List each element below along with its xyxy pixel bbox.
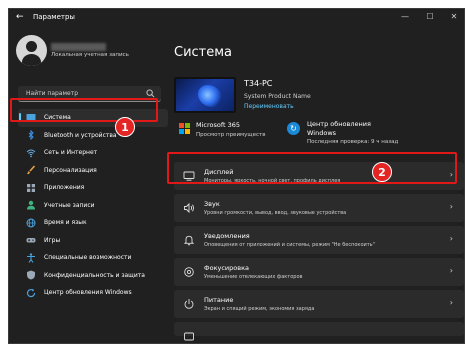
card-subtitle: Оповещения от приложений и системы, режи… [204, 242, 375, 248]
highlight-display-card [167, 152, 457, 184]
bluetooth-icon [26, 130, 36, 141]
sidebar-item-windows-update[interactable]: Центр обновления Windows [18, 284, 168, 302]
sidebar-item-label: Учетные записи [44, 201, 95, 209]
account-type: Локальная учетная запись [51, 52, 129, 58]
windows-update-subtitle: Последняя проверка: 9 ч назад [307, 139, 399, 145]
sidebar-item-label: Время и язык [44, 219, 87, 227]
card-sound[interactable]: Звук Уровни громкости, вывод, ввод, звук… [174, 194, 464, 222]
back-button[interactable]: ← [16, 12, 24, 23]
brush-icon [26, 165, 36, 175]
device-name: T34-PC [244, 79, 273, 88]
card-subtitle: Экран и спящий режим, экономия заряда [204, 306, 315, 312]
page-title: Система [174, 45, 233, 60]
sidebar-item-label: Приложения [44, 184, 85, 192]
network-icon [26, 148, 36, 158]
search-placeholder: Найти параметр [26, 90, 78, 97]
minimize-button[interactable]: — [394, 11, 416, 23]
sidebar-item-accounts[interactable]: Учетные записи [18, 197, 168, 215]
windows-update-title[interactable]: Центр обновления Windows [307, 120, 387, 138]
maximize-button[interactable]: ☐ [419, 11, 441, 23]
sidebar-item-personalization[interactable]: Персонализация [18, 162, 168, 180]
storage-icon [183, 330, 195, 342]
card-subtitle: Уменьшение отвлекающих факторов [204, 274, 303, 280]
card-storage-partial[interactable] [174, 322, 464, 341]
chevron-right-icon: › [449, 266, 453, 275]
card-title: Уведомления [204, 232, 250, 240]
sidebar-item-time-language[interactable]: Время и язык [18, 214, 168, 232]
focus-icon [183, 266, 195, 278]
chevron-right-icon: › [449, 234, 453, 243]
gamepad-icon [26, 235, 36, 245]
avatar [16, 35, 47, 66]
settings-cards: Дисплей Мониторы, яркость, ночной свет, … [174, 162, 464, 341]
sidebar-item-privacy[interactable]: Конфиденциальность и защита [18, 267, 168, 285]
chevron-right-icon: › [449, 298, 453, 307]
globe-icon [26, 218, 36, 228]
sidebar-item-bluetooth[interactable]: Bluetooth и устройства [18, 127, 168, 145]
sidebar-item-label: Центр обновления Windows [44, 289, 132, 297]
person-icon [26, 200, 36, 210]
power-icon [183, 298, 195, 310]
sidebar-item-label: Bluetooth и устройства [44, 131, 117, 139]
sidebar-item-network[interactable]: Сеть и Интернет [18, 144, 168, 162]
card-title: Питание [204, 296, 234, 304]
windows-update-icon: ↻ [287, 122, 300, 135]
ms365-title[interactable]: Microsoft 365 [196, 121, 240, 129]
card-focus[interactable]: Фокусировка Уменьшение отвлекающих факто… [174, 258, 464, 286]
rename-link[interactable]: Переименовать [244, 103, 294, 110]
ms365-subtitle: Просмотр преимуществ [196, 132, 266, 138]
card-title: Звук [204, 200, 220, 208]
sidebar-item-label: Игры [44, 236, 61, 244]
sidebar-item-accessibility[interactable]: Специальные возможности [18, 249, 168, 267]
speaker-icon [183, 202, 195, 214]
apps-icon [26, 183, 36, 193]
card-notifications[interactable]: Уведомления Оповещения от приложений и с… [174, 226, 464, 254]
sidebar-item-label: Персонализация [44, 166, 97, 174]
search-icon [146, 89, 155, 98]
sidebar-nav: Система Bluetooth и устройства Сеть и Ин… [18, 109, 168, 302]
device-wallpaper-thumbnail [174, 77, 236, 113]
title-bar: ← Параметры — ☐ ✕ [9, 9, 464, 27]
window-title: Параметры [33, 13, 75, 21]
highlight-system-item [10, 98, 158, 122]
card-subtitle: Уровни громкости, вывод, ввод, звуковые … [204, 210, 347, 216]
shield-icon [26, 270, 36, 280]
blurred-user-name [51, 43, 106, 51]
sidebar-item-label: Конфиденциальность и защита [44, 271, 145, 279]
step-badge-1: 1 [115, 117, 135, 137]
card-power[interactable]: Питание Экран и спящий режим, экономия з… [174, 290, 464, 318]
card-title: Фокусировка [204, 264, 249, 272]
close-button[interactable]: ✕ [443, 11, 464, 23]
accessibility-icon [26, 253, 36, 263]
update-icon [26, 288, 36, 298]
sidebar-item-label: Специальные возможности [44, 254, 132, 262]
step-badge-2: 2 [372, 162, 392, 182]
sidebar-item-gaming[interactable]: Игры [18, 232, 168, 250]
microsoft-logo-icon [179, 123, 190, 134]
bell-icon [183, 234, 195, 246]
chevron-right-icon: › [449, 202, 453, 211]
sidebar-item-label: Сеть и Интернет [44, 149, 98, 157]
sidebar-item-apps[interactable]: Приложения [18, 179, 168, 197]
device-model: System Product Name [244, 93, 311, 100]
